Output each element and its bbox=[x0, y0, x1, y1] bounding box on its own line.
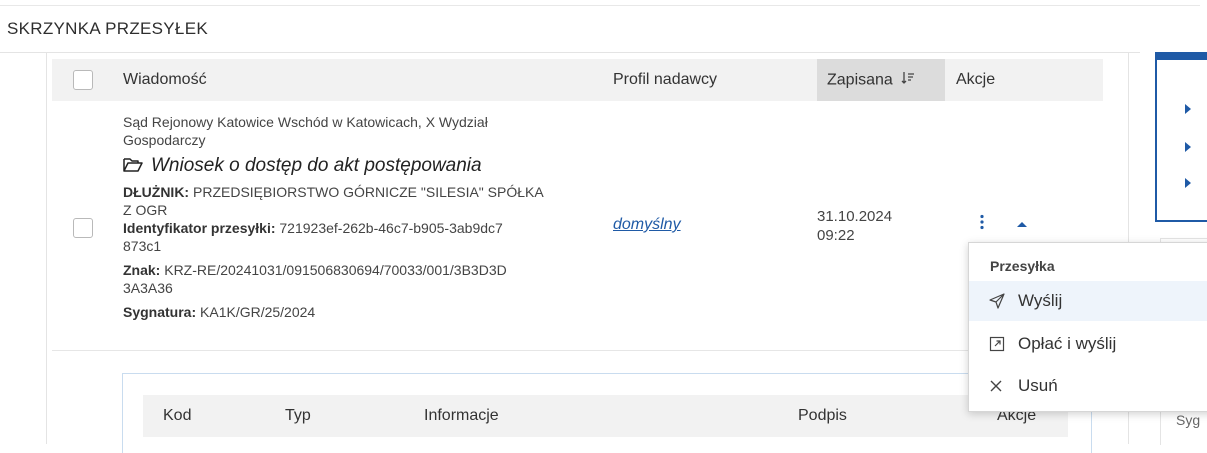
column-header-actions: Akcje bbox=[956, 71, 996, 88]
caret-up-icon bbox=[1016, 215, 1028, 233]
select-all-checkbox[interactable] bbox=[73, 70, 93, 90]
send-icon bbox=[989, 293, 1011, 309]
sygnatura-label: Sygnatura: bbox=[123, 304, 197, 320]
sub-column-podpis[interactable]: Podpis bbox=[798, 407, 847, 425]
menu-item-send[interactable]: Wyślij bbox=[969, 281, 1207, 321]
sygnatura-line: Sygnatura: KA1K/GR/25/2024 bbox=[123, 303, 603, 321]
message-subject-text: Wniosek o dostęp do akt postępowania bbox=[151, 155, 482, 176]
znak-value-1: KRZ-RE/20241031/091506830694/70033/001/3… bbox=[164, 262, 507, 278]
znak-line-1: Znak: KRZ-RE/20241031/091506830694/70033… bbox=[123, 261, 603, 279]
dluznik-label: DŁUŻNIK: bbox=[123, 184, 190, 200]
close-icon bbox=[989, 379, 1011, 393]
right-cut-label-4: Syg bbox=[1176, 412, 1201, 428]
znak-value-2: 3A3A36 bbox=[123, 280, 173, 296]
message-cell[interactable]: Sąd Rejonowy Katowice Wschód w Katowicac… bbox=[123, 113, 603, 321]
menu-item-pay-and-send-label: Opłać i wyślij bbox=[1018, 334, 1117, 353]
sub-column-typ[interactable]: Typ bbox=[285, 407, 311, 425]
page-title: SKRZYNKA PRZESYŁEK bbox=[7, 19, 208, 38]
actions-dropdown-menu: Przesyłka Wyślij Opłać i wyślij Usuń bbox=[968, 242, 1207, 412]
row-checkbox[interactable] bbox=[73, 218, 93, 238]
saved-date: 31.10.2024 bbox=[817, 208, 893, 225]
menu-item-delete-label: Usuń bbox=[1018, 376, 1058, 395]
chevron-right-icon[interactable] bbox=[1185, 178, 1191, 188]
sub-column-informacje[interactable]: Informacje bbox=[424, 407, 499, 425]
right-side-box bbox=[1155, 52, 1207, 222]
znak-label: Znak: bbox=[123, 262, 161, 278]
dluznik-line-1: DŁUŻNIK: PRZEDSIĘBIORSTWO GÓRNICZE "SILE… bbox=[123, 183, 603, 201]
message-subject[interactable]: Wniosek o dostęp do akt postępowania bbox=[123, 155, 603, 179]
saved-time: 09:22 bbox=[817, 227, 855, 244]
attachments-header bbox=[143, 395, 1068, 437]
kebab-menu-icon bbox=[979, 214, 985, 235]
chevron-right-icon[interactable] bbox=[1185, 142, 1191, 152]
folder-open-icon bbox=[123, 157, 143, 179]
sender-line-1: Sąd Rejonowy Katowice Wschód w Katowicac… bbox=[123, 114, 488, 130]
sub-column-kod[interactable]: Kod bbox=[163, 407, 191, 425]
menu-item-delete[interactable]: Usuń bbox=[969, 366, 1207, 406]
dropdown-header: Przesyłka bbox=[990, 258, 1055, 274]
sygnatura-value: KA1K/GR/25/2024 bbox=[200, 304, 316, 320]
sender-line-2: Gospodarczy bbox=[123, 132, 206, 148]
more-actions-button[interactable] bbox=[968, 210, 996, 238]
dluznik-value-1: PRZEDSIĘBIORSTWO GÓRNICZE "SILESIA" SPÓŁ… bbox=[193, 184, 544, 200]
profile-link[interactable]: domyślny bbox=[613, 216, 681, 234]
row-divider bbox=[52, 350, 1103, 351]
column-header-message[interactable]: Wiadomość bbox=[123, 71, 207, 89]
collapse-row-button[interactable] bbox=[1008, 210, 1036, 238]
menu-item-send-label: Wyślij bbox=[1018, 291, 1063, 310]
identifier-value-1: 721923ef-262b-46c7-b905-3ab9dc7 bbox=[279, 220, 503, 236]
table-header bbox=[52, 59, 1103, 101]
identifier-line-1: Identyfikator przesyłki: 721923ef-262b-4… bbox=[123, 219, 603, 237]
right-box-accent bbox=[1157, 54, 1207, 60]
column-header-saved-label: Zapisana bbox=[827, 71, 893, 89]
chevron-right-icon[interactable] bbox=[1185, 104, 1191, 114]
column-header-profile[interactable]: Profil nadawcy bbox=[613, 71, 717, 89]
dluznik-value-2: Z OGR bbox=[123, 202, 168, 218]
external-link-icon bbox=[989, 336, 1011, 352]
menu-item-pay-and-send[interactable]: Opłać i wyślij bbox=[969, 324, 1207, 364]
saved-datetime: 31.10.2024 09:22 bbox=[817, 207, 892, 245]
top-divider bbox=[0, 5, 1200, 6]
identifier-label: Identyfikator przesyłki: bbox=[123, 220, 276, 236]
column-header-saved[interactable]: Zapisana bbox=[827, 71, 915, 90]
identifier-value-2: 873c1 bbox=[123, 238, 162, 254]
sort-descending-icon bbox=[901, 71, 915, 90]
